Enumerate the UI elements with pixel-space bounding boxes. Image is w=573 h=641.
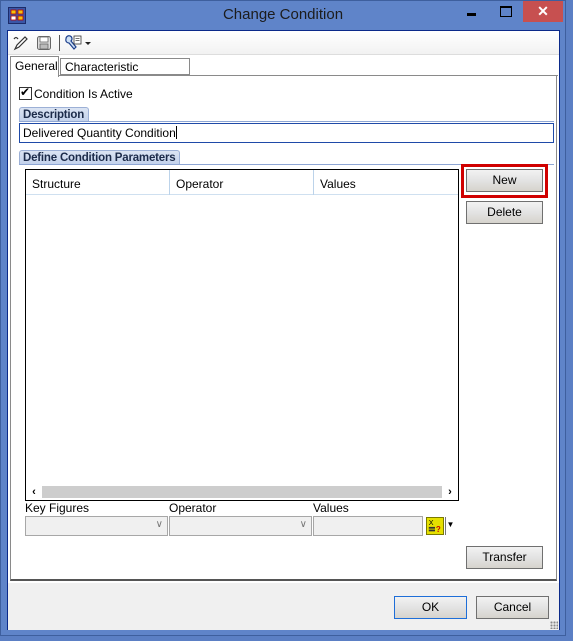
save-icon[interactable] <box>36 34 52 52</box>
dialog-client-area: General Characteristic Assignment Condit… <box>7 30 560 630</box>
scroll-track[interactable] <box>42 486 442 498</box>
maximize-button[interactable] <box>489 1 523 22</box>
tools-icon[interactable] <box>63 34 83 52</box>
toolbar <box>8 31 559 55</box>
cancel-button[interactable]: Cancel <box>476 596 549 619</box>
horizontal-scrollbar[interactable]: ‹ › <box>26 484 458 500</box>
resize-grip-icon[interactable] <box>550 621 558 629</box>
condition-active-checkbox[interactable]: Condition Is Active <box>19 85 133 101</box>
description-value: Delivered Quantity Condition <box>23 126 176 140</box>
chevron-down-icon[interactable]: ∨ <box>156 519 163 530</box>
column-header-structure[interactable]: Structure <box>26 170 170 195</box>
condition-active-label: Condition Is Active <box>34 87 133 101</box>
delete-button[interactable]: Delete <box>466 201 543 224</box>
tab-characteristic-assignment[interactable]: Characteristic Assignment <box>60 58 190 88</box>
minimize-button[interactable] <box>455 1 489 22</box>
checkbox-checked-icon[interactable] <box>19 85 32 100</box>
svg-text:X: X <box>429 519 434 527</box>
description-input[interactable]: Delivered Quantity Condition <box>19 123 554 143</box>
new-button[interactable]: New <box>466 169 543 192</box>
values-input[interactable] <box>313 516 423 536</box>
column-header-operator[interactable]: Operator <box>170 170 314 195</box>
description-group-line <box>19 121 554 122</box>
dropdown-arrow-icon[interactable] <box>84 34 92 52</box>
column-header-values[interactable]: Values <box>314 170 458 195</box>
params-group-header: Define Condition Parameters <box>19 150 181 164</box>
text-caret <box>175 126 177 139</box>
title-bar[interactable]: Change Condition ✕ <box>1 1 565 30</box>
value-help-dropdown-icon[interactable]: ▼ <box>445 517 455 535</box>
toolbar-separator <box>59 35 60 51</box>
scroll-left-icon[interactable]: ‹ <box>26 484 42 500</box>
chevron-down-icon[interactable]: ∨ <box>300 519 307 530</box>
tab-strip: General Characteristic Assignment <box>8 56 559 88</box>
conditions-grid[interactable]: Structure Operator Values ‹ › <box>25 169 459 501</box>
edit-icon[interactable] <box>12 34 30 52</box>
svg-text:?: ? <box>436 525 441 534</box>
scroll-right-icon[interactable]: › <box>442 484 458 500</box>
operator-dropdown[interactable]: ∨ <box>169 516 312 536</box>
description-group-header: Description <box>19 107 90 121</box>
tab-general[interactable]: General <box>10 56 59 77</box>
key-figures-label: Key Figures <box>25 501 90 515</box>
key-figures-dropdown[interactable]: ∨ <box>25 516 168 536</box>
general-tab-page: Condition Is Active Description Delivere… <box>10 75 558 581</box>
operator-label: Operator <box>169 501 217 515</box>
dialog-footer: OK Cancel <box>8 583 559 630</box>
values-label: Values <box>313 501 349 515</box>
ok-button[interactable]: OK <box>394 596 467 619</box>
transfer-button[interactable]: Transfer <box>466 546 543 569</box>
change-condition-window: Change Condition ✕ General Characteristi… <box>0 0 566 636</box>
close-button[interactable]: ✕ <box>523 1 563 22</box>
value-help-icon[interactable]: X ? <box>426 517 444 535</box>
grid-header: Structure Operator Values <box>26 170 458 195</box>
